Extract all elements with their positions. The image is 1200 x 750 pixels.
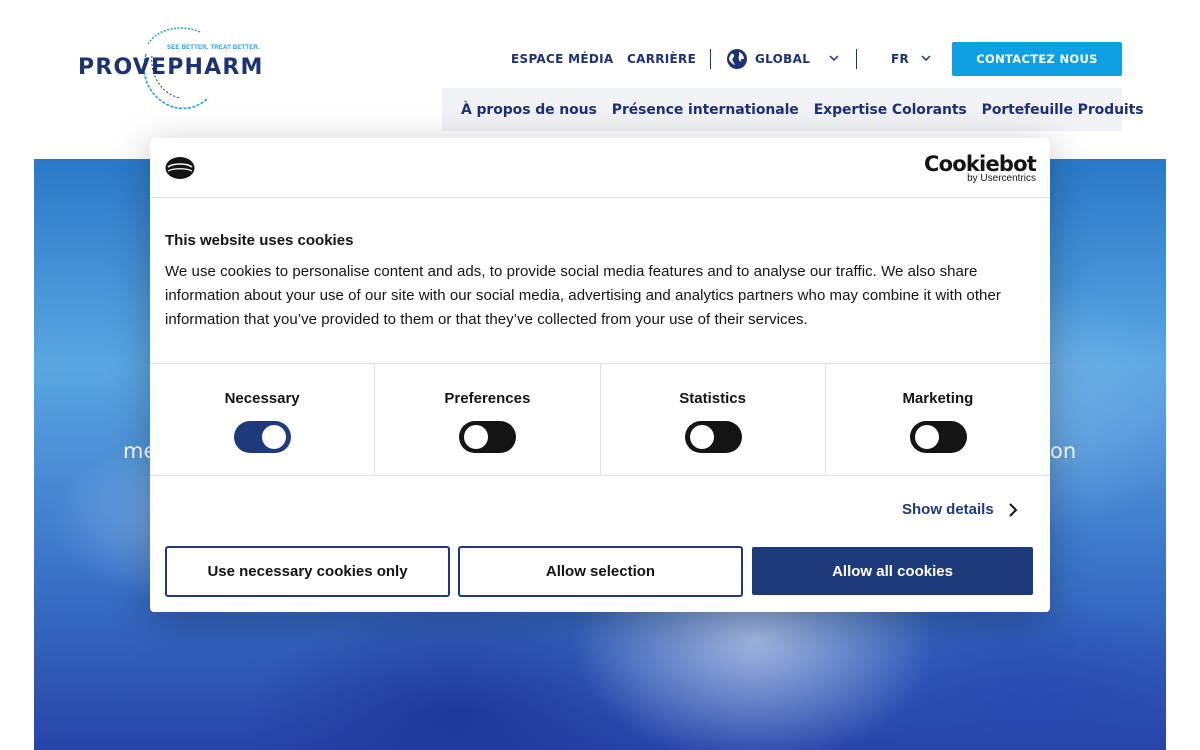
main-nav: À propos de nous Présence internationale… [442,88,1144,131]
career-link[interactable]: CARRIÈRE [627,52,696,66]
necessary-only-button[interactable]: Use necessary cookies only [165,546,450,597]
cookiebot-brand-sub: by Usercentrics [967,173,1036,184]
hero-text-fragment: on [1050,439,1077,463]
category-statistics: Statistics [601,364,826,475]
language-selector[interactable]: FR [891,52,909,66]
logo-tagline: SEE BETTER. TREAT BETTER. [167,45,260,51]
chevron-right-icon [1008,502,1018,517]
cookiebot-logo[interactable]: Cookiebot by Usercentrics [924,152,1037,184]
contact-button[interactable]: CONTACTEZ NOUS [952,42,1122,76]
dialog-title: This website uses cookies [165,232,354,249]
divider [710,49,711,69]
statistics-toggle[interactable] [684,421,742,453]
provepharm-logo[interactable]: SEE BETTER. TREAT BETTER. PROVEPHARM [78,26,262,110]
category-label: Preferences [444,390,531,407]
nav-international[interactable]: Présence internationale [612,102,799,118]
chevron-down-icon[interactable] [921,54,931,62]
toggle-knob [262,425,287,449]
preferences-toggle[interactable] [459,421,517,453]
category-label: Statistics [679,390,746,407]
category-necessary: Necessary [150,364,376,475]
cookie-logo-icon [165,157,195,179]
category-label: Marketing [902,390,974,407]
marketing-toggle[interactable] [909,421,967,453]
allow-all-button[interactable]: Allow all cookies [752,547,1033,595]
dialog-description: We use cookies to personalise content an… [165,263,1001,328]
show-details-link[interactable]: Show details [902,501,1018,518]
nav-about[interactable]: À propos de nous [461,102,597,118]
toggle-knob [689,425,714,449]
nav-dyes-expertise[interactable]: Expertise Colorants [814,102,967,118]
region-selector[interactable]: GLOBAL [755,52,810,66]
toggle-knob [914,425,939,449]
allow-selection-button[interactable]: Allow selection [458,546,743,597]
cookie-consent-dialog: Cookiebot by Usercentrics This website u… [150,138,1050,612]
dialog-header: Cookiebot by Usercentrics [150,138,1050,198]
category-marketing: Marketing [826,364,1050,475]
category-label: Necessary [224,390,300,407]
show-details-label: Show details [902,501,994,518]
toggle-knob [464,425,489,449]
globe-icon[interactable] [726,48,748,70]
chevron-down-icon[interactable] [829,54,839,62]
category-preferences: Preferences [375,364,601,475]
media-link[interactable]: ESPACE MÉDIA [511,52,613,66]
logo-wordmark: PROVEPHARM [78,55,264,80]
nav-product-portfolio[interactable]: Portefeuille Produits [982,102,1144,118]
consent-categories: Necessary Preferences Statistics Marketi… [150,363,1050,476]
divider [856,49,857,69]
necessary-toggle[interactable] [234,421,292,453]
